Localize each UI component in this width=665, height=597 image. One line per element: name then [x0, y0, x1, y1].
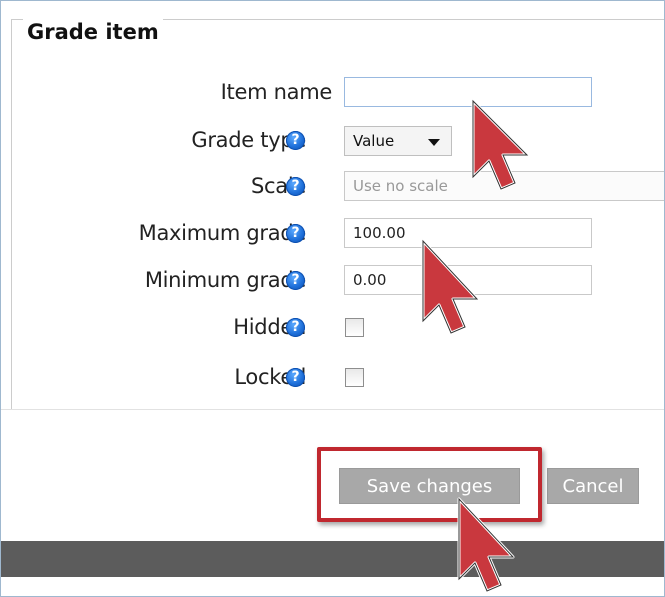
help-icon[interactable]: ? — [286, 131, 305, 150]
scale-row: Scale ? Use no scale — [1, 171, 664, 203]
pointer-cursor-icon — [421, 239, 479, 335]
help-icon[interactable]: ? — [286, 271, 305, 290]
pointer-cursor-icon — [457, 497, 515, 593]
maximum-grade-label: Maximum grade — [138, 221, 307, 245]
grade-type-select[interactable]: Value — [344, 126, 452, 156]
help-icon[interactable]: ? — [286, 177, 305, 196]
fieldset-legend: Grade item — [23, 19, 163, 45]
locked-checkbox[interactable] — [345, 368, 364, 387]
footer-band — [1, 541, 664, 577]
grade-type-row: Grade type ? Value — [1, 125, 664, 157]
item-name-label: Item name — [220, 80, 333, 104]
locked-row: Locked ? — [1, 362, 664, 394]
help-icon[interactable]: ? — [286, 224, 305, 243]
minimum-grade-label: Minimum grade — [144, 268, 306, 292]
help-icon[interactable]: ? — [286, 318, 305, 337]
cancel-button[interactable]: Cancel — [547, 468, 639, 504]
minimum-grade-row: Minimum grade ? — [1, 265, 664, 297]
hidden-row: Hidden ? — [1, 312, 664, 344]
hidden-checkbox[interactable] — [345, 318, 364, 337]
pointer-cursor-icon — [471, 99, 529, 191]
maximum-grade-row: Maximum grade ? — [1, 218, 664, 250]
item-name-row: Item name — [1, 77, 664, 109]
grade-type-selected-value: Value — [353, 132, 395, 150]
chevron-down-icon — [428, 139, 440, 146]
screenshot-frame: Grade item Item name Grade type ? Value … — [0, 0, 665, 597]
help-icon[interactable]: ? — [286, 368, 305, 387]
form-divider — [1, 409, 664, 410]
